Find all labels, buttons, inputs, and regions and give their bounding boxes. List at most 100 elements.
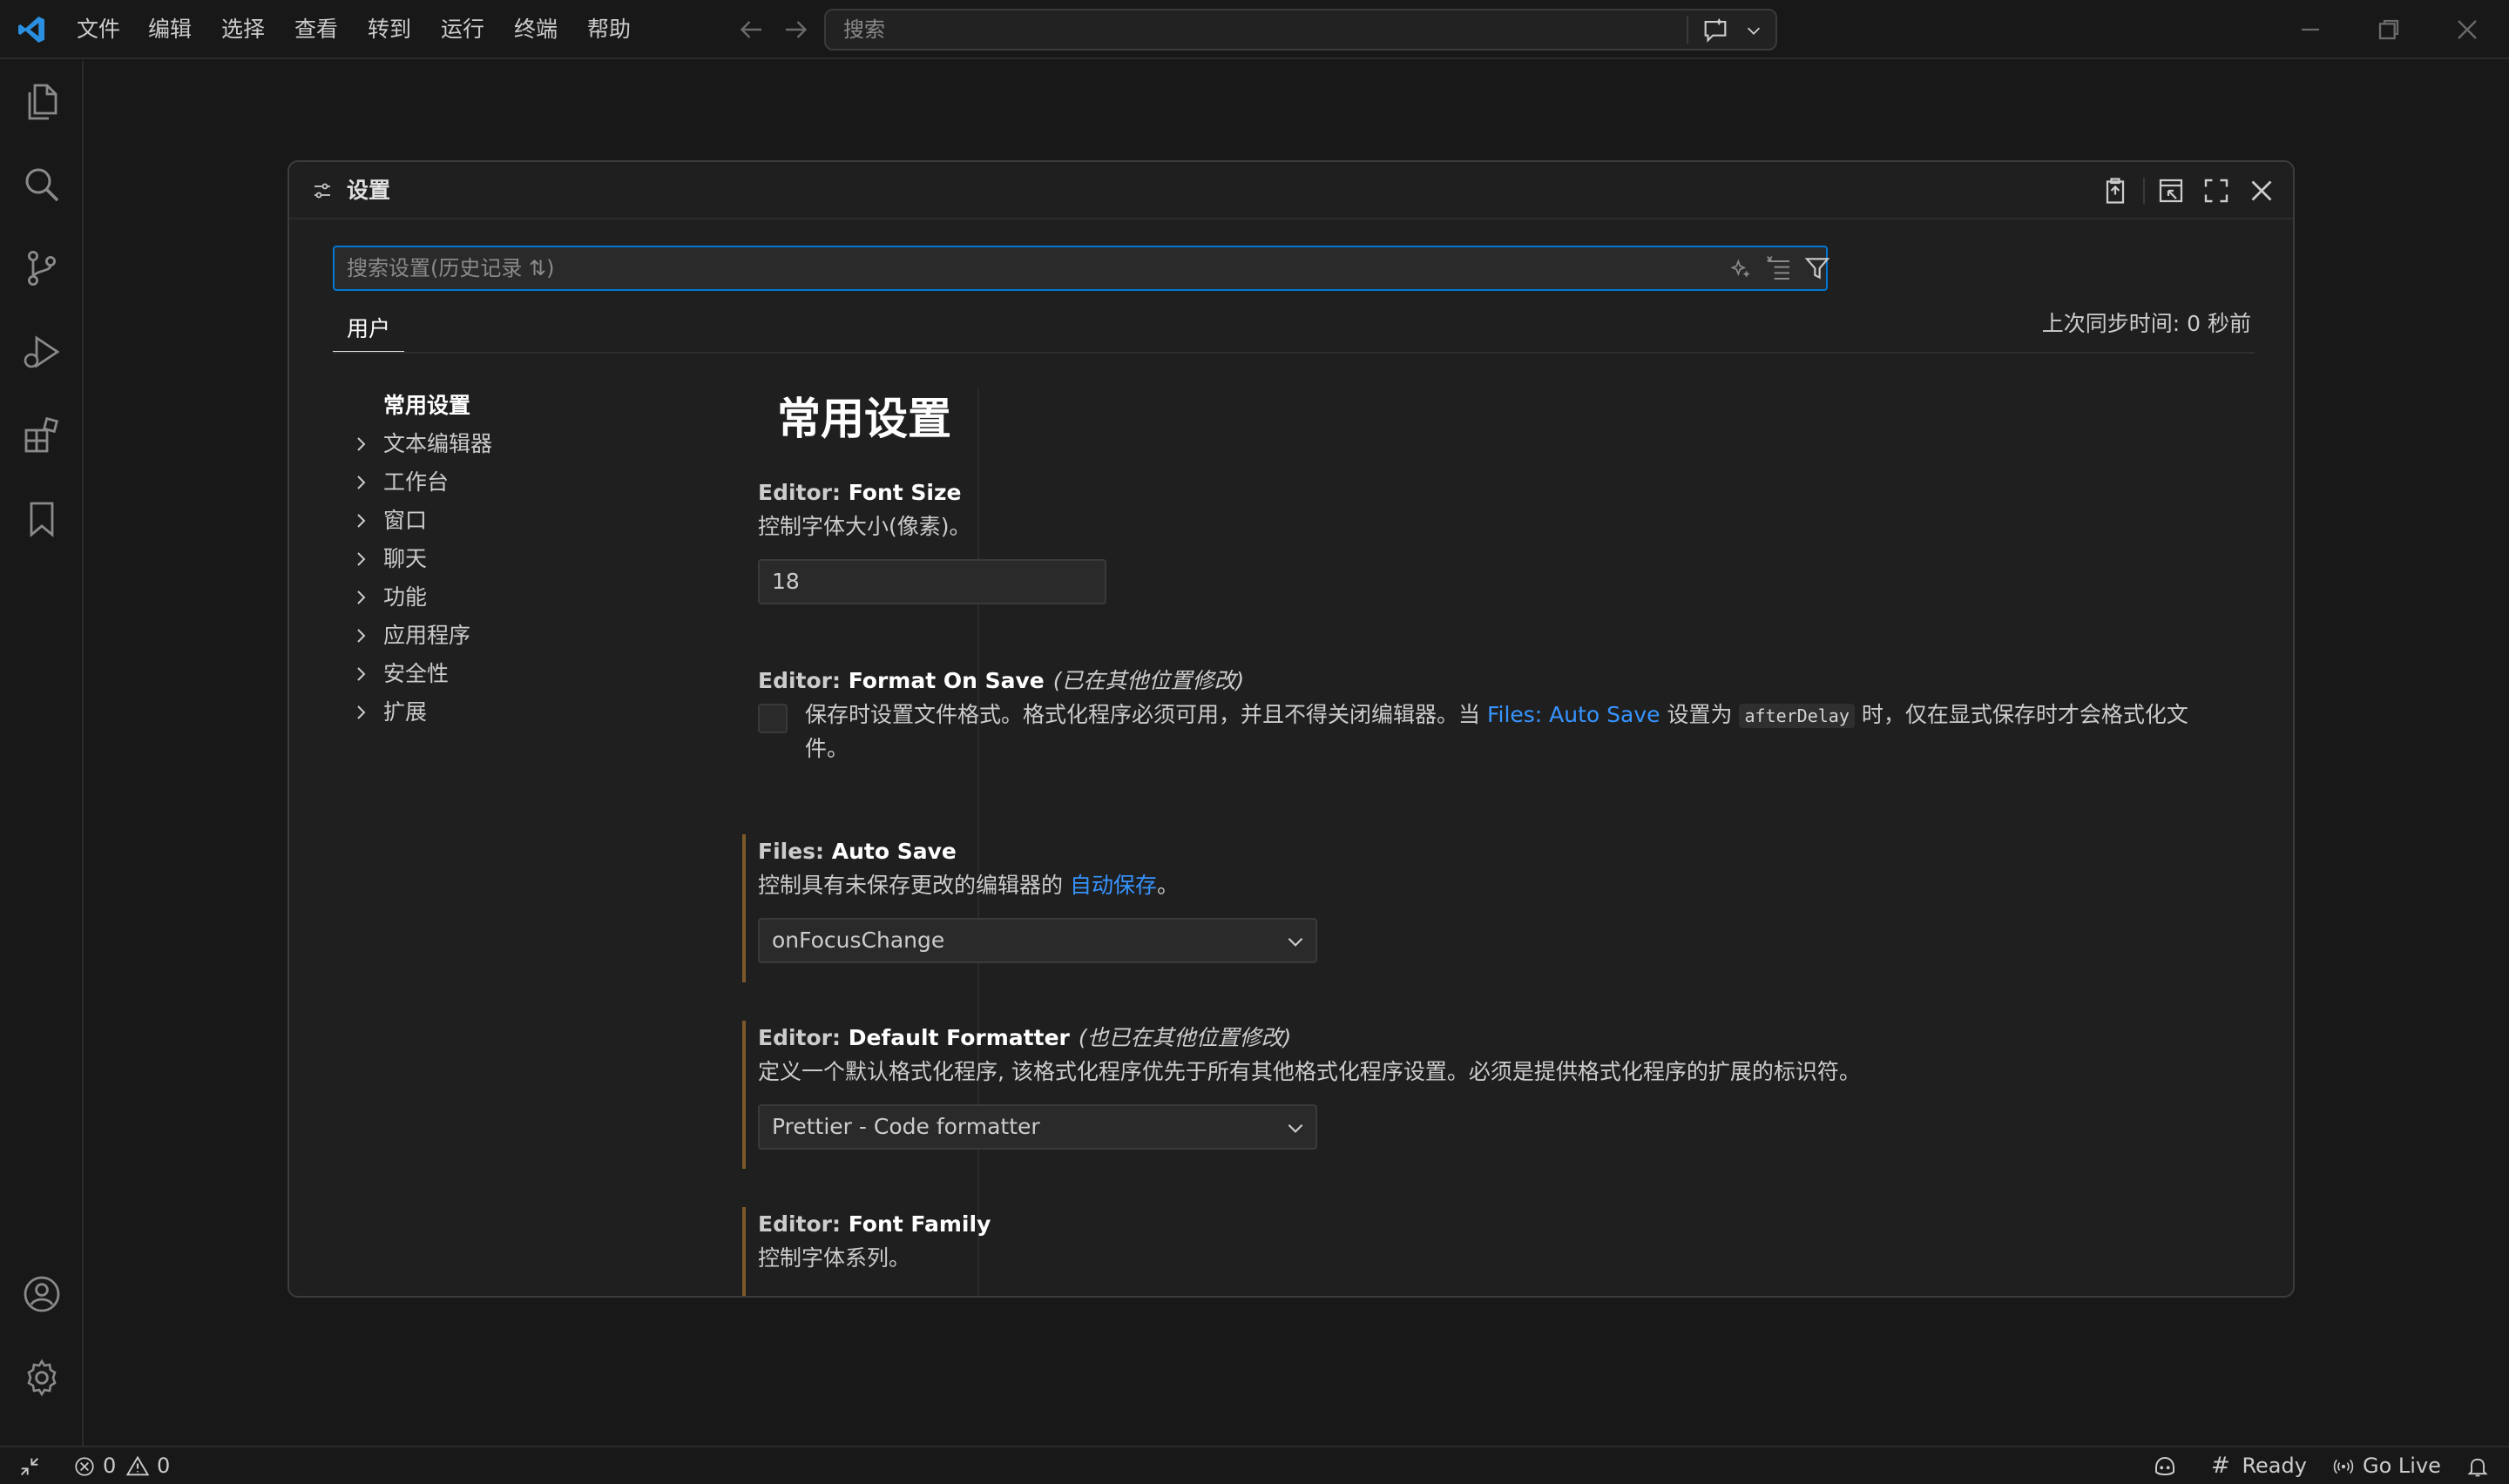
toc-item-label: 常用设置 (383, 393, 471, 418)
ready-status[interactable]: # Ready (2211, 1447, 2307, 1484)
remote-icon[interactable] (17, 1454, 42, 1479)
chevron-right-icon (357, 629, 366, 643)
setting-category: Editor: (758, 668, 849, 693)
settings-editor: 设置 用户 上次同步时间: 0 秒前 (287, 160, 2295, 1298)
chevron-down-icon (1288, 937, 1303, 947)
menu-view[interactable]: 查看 (291, 12, 342, 47)
tab-user[interactable]: 用户 (333, 310, 404, 354)
setting-description: 保存时设置文件格式。格式化程序必须可用，并且不得关闭编辑器。当 Files: A… (805, 698, 2225, 766)
setting-name: Default Formatter (848, 1025, 1070, 1050)
ready-label: Ready (2242, 1454, 2307, 1478)
menu-terminal[interactable]: 终端 (511, 12, 561, 47)
desc-text: 保存时设置文件格式。格式化程序必须可用，并且不得关闭编辑器。当 (805, 702, 1487, 727)
menu-selection[interactable]: 选择 (218, 12, 268, 47)
modified-indicator (742, 1207, 746, 1296)
run-debug-icon[interactable] (21, 331, 63, 373)
account-icon[interactable] (21, 1273, 63, 1315)
menu-help[interactable]: 帮助 (584, 12, 634, 47)
go-live-label: Go Live (2363, 1454, 2441, 1478)
chevron-down-icon[interactable] (1744, 21, 1763, 40)
setting-editor-font-size: Editor: Font Size 控制字体大小(像素)。 18 (742, 476, 2276, 606)
command-center-search[interactable]: 搜索 (824, 9, 1777, 51)
chevron-down-icon (1288, 1123, 1303, 1133)
toc-item-label: 聊天 (383, 546, 428, 571)
extensions-icon[interactable] (21, 415, 63, 456)
menu-run[interactable]: 运行 (437, 12, 488, 47)
setting-title: Editor: Font Family (758, 1207, 991, 1242)
toc-item-label: 功能 (383, 584, 428, 610)
auto-save-doc-link[interactable]: 自动保存 (1070, 873, 1157, 898)
menu-file[interactable]: 文件 (73, 12, 124, 47)
activity-bar (0, 61, 84, 1446)
open-in-window-icon[interactable] (2155, 175, 2187, 206)
chevron-right-icon (357, 667, 366, 681)
chevron-right-icon (357, 476, 366, 489)
close-icon[interactable] (2246, 175, 2277, 206)
explorer-icon[interactable] (21, 80, 63, 122)
modified-elsewhere-label: (也已在其他位置修改) (1078, 1025, 1292, 1050)
settings-search-input[interactable] (347, 247, 1654, 289)
format-on-save-checkbox[interactable] (758, 704, 788, 733)
setting-category: Files: (758, 839, 832, 864)
select-value: onFocusChange (772, 928, 945, 953)
status-bar: 0 0 # Ready Go Live (0, 1446, 2509, 1484)
gear-icon[interactable] (21, 1357, 63, 1399)
setting-name: Auto Save (831, 839, 957, 864)
desc-text: 设置为 (1660, 702, 1740, 727)
setting-name: Format On Save (848, 668, 1045, 693)
chevron-right-icon (357, 552, 366, 566)
setting-description: 控制字体系列。 (758, 1245, 911, 1271)
broadcast-icon (2333, 1459, 2354, 1474)
warning-icon (125, 1455, 150, 1476)
toc-item-label: 窗口 (383, 508, 428, 533)
filter-icon[interactable] (1803, 254, 1831, 282)
toc-item-label: 应用程序 (383, 623, 471, 648)
desc-text: 控制具有未保存更改的编辑器的 (758, 873, 1070, 898)
font-size-input[interactable]: 18 (758, 559, 1106, 604)
header-divider (2143, 178, 2145, 204)
hash-icon: # (2211, 1453, 2230, 1479)
settings-sliders-icon (314, 183, 330, 199)
setting-editor-font-family: Editor: Font Family 控制字体系列。 (742, 1207, 2276, 1296)
default-formatter-select[interactable]: Prettier - Code formatter (758, 1104, 1317, 1150)
warning-count: 0 (157, 1454, 171, 1478)
setting-title: Editor: Default Formatter (也已在其他位置修改) (758, 1021, 1291, 1056)
source-control-icon[interactable] (21, 247, 63, 289)
chevron-right-icon (357, 437, 366, 451)
menu-edit[interactable]: 编辑 (145, 12, 195, 47)
open-settings-json-icon[interactable] (2100, 175, 2131, 206)
bell-icon[interactable] (2465, 1454, 2490, 1479)
setting-editor-default-formatter: Editor: Default Formatter (也已在其他位置修改) 定义一… (742, 1021, 2276, 1169)
auto-save-select[interactable]: onFocusChange (758, 918, 1317, 963)
title-bar: 文件 编辑 选择 查看 转到 运行 终端 帮助 搜索 (0, 0, 2509, 59)
command-center-placeholder: 搜索 (843, 17, 885, 42)
setting-editor-format-on-save: Editor: Format On Save (已在其他位置修改) 保存时设置文件… (742, 664, 2276, 794)
sync-status: 上次同步时间: 0 秒前 (2041, 311, 2251, 336)
settings-title: 设置 (347, 178, 391, 203)
chevron-right-icon (357, 705, 366, 719)
bookmark-icon[interactable] (21, 498, 63, 540)
minimize-icon[interactable] (2293, 12, 2328, 47)
setting-title: Files: Auto Save (758, 834, 957, 869)
maximize-icon[interactable] (2201, 175, 2232, 206)
ai-search-icon[interactable] (1727, 254, 1755, 282)
toc-item-label: 安全性 (383, 661, 450, 686)
search-icon[interactable] (21, 164, 63, 206)
setting-indicator (742, 476, 746, 606)
back-arrow-icon[interactable] (735, 14, 767, 45)
menu-go[interactable]: 转到 (364, 12, 415, 47)
vscode-logo-icon (18, 17, 44, 43)
toc-item-label: 文本编辑器 (383, 431, 493, 456)
clear-filter-icon[interactable] (1765, 254, 1793, 282)
close-window-icon[interactable] (2450, 12, 2485, 47)
restore-icon[interactable] (2371, 12, 2406, 47)
desc-text: 。 (1156, 873, 1179, 898)
setting-category: Editor: (758, 480, 849, 505)
chat-icon[interactable] (1701, 16, 1730, 45)
copilot-icon[interactable] (2152, 1454, 2178, 1480)
settings-search-box[interactable] (333, 246, 1831, 291)
setting-description: 控制字体大小(像素)。 (758, 514, 971, 539)
forward-arrow-icon[interactable] (781, 14, 812, 45)
auto-save-link[interactable]: Files: Auto Save (1487, 702, 1660, 727)
error-count: 0 (103, 1454, 117, 1478)
